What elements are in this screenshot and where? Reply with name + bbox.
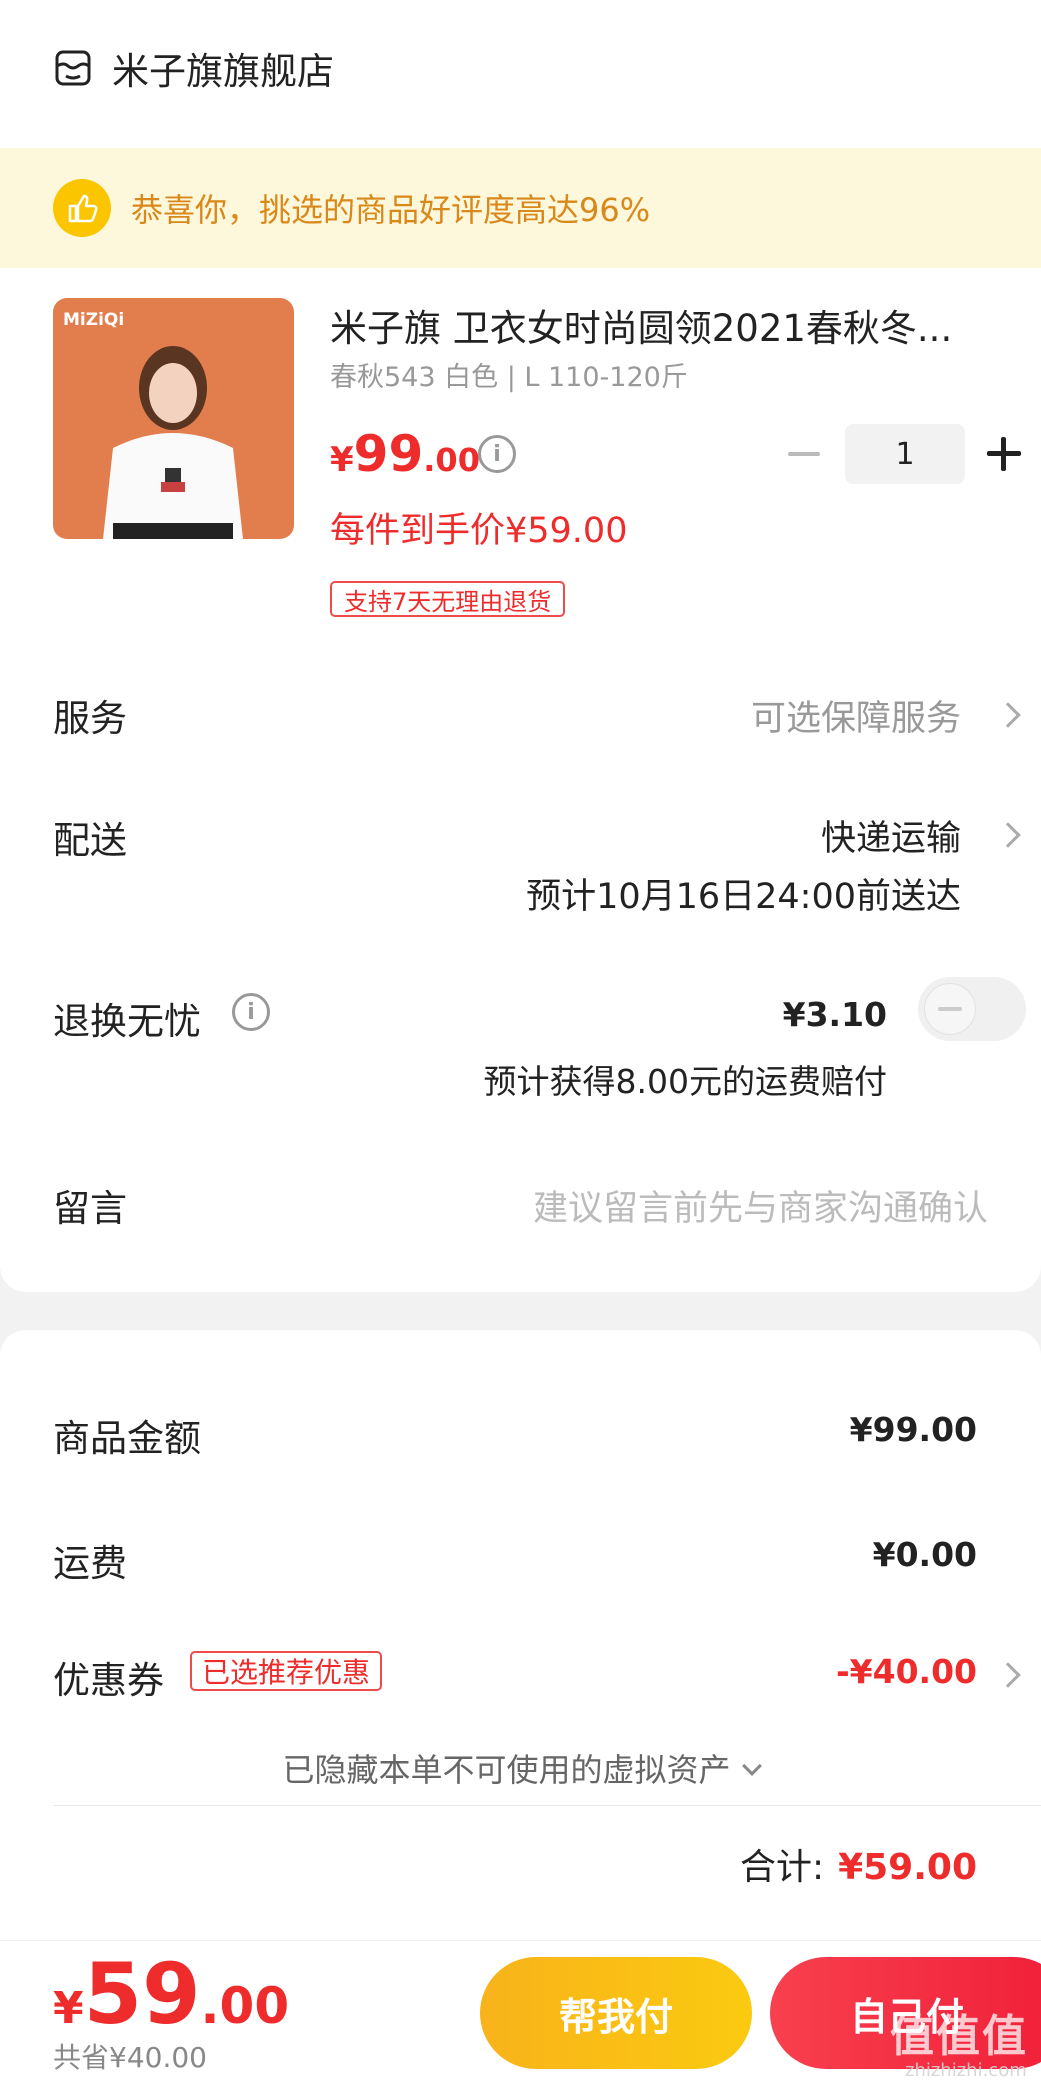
- product-image-brand: MiZiQi: [63, 310, 125, 330]
- price-decimal: .00: [423, 441, 480, 479]
- help-me-pay-button[interactable]: 帮我付: [480, 1957, 752, 2069]
- delivery-eta: 预计10月16日24:00前送达: [526, 877, 961, 917]
- watermark-logo: 值值值: [890, 2011, 1028, 2062]
- pay-amount: ¥ 59 .00: [53, 1945, 289, 2043]
- shop-header[interactable]: 米子旗旗舰店: [54, 38, 334, 98]
- service-value[interactable]: 可选保障服务: [751, 690, 961, 741]
- goods-amount-value: ¥99.00: [849, 1410, 977, 1449]
- delivery-chevron-icon[interactable]: [995, 822, 1021, 848]
- pay-amount-integer: 59: [83, 1945, 201, 2043]
- delivery-value[interactable]: 快递运输: [821, 810, 961, 861]
- rating-banner: 恭喜你，挑选的商品好评度高达96%: [0, 148, 1041, 268]
- shipping-fee-value: ¥0.00: [872, 1535, 977, 1574]
- goods-amount-label: 商品金额: [53, 1417, 201, 1460]
- delivery-label: 配送: [53, 819, 127, 862]
- divider: [53, 1805, 1041, 1806]
- final-price: 每件到手价¥59.00: [330, 511, 628, 551]
- return-insurance-info-icon[interactable]: i: [232, 993, 270, 1031]
- return-policy-tag: 支持7天无理由退货: [330, 581, 566, 617]
- product-price: ¥ 99 .00: [330, 425, 480, 483]
- watermark-url: zhizhizhi.com: [905, 2060, 1027, 2081]
- service-label: 服务: [53, 697, 127, 740]
- saved-amount: 共省¥40.00: [53, 2041, 207, 2074]
- return-insurance-toggle[interactable]: [918, 977, 1026, 1041]
- thumbs-up-icon: [53, 179, 111, 237]
- shop-name: 米子旗旗舰店: [112, 50, 334, 93]
- hidden-assets-toggle[interactable]: 已隐藏本单不可使用的虚拟资产: [0, 1745, 1041, 1791]
- shipping-fee-label: 运费: [53, 1542, 127, 1585]
- message-label: 留言: [53, 1187, 127, 1230]
- price-symbol: ¥: [330, 440, 354, 480]
- banner-text: 恭喜你，挑选的商品好评度高达96%: [131, 191, 651, 229]
- price-info-icon[interactable]: i: [478, 435, 516, 473]
- order-card: 米子旗旗舰店 恭喜你，挑选的商品好评度高达96% MiZiQi 米子旗 卫衣女时…: [0, 0, 1041, 1292]
- coupon-badge[interactable]: 已选推荐优惠: [190, 1651, 383, 1691]
- message-input[interactable]: 建议留言前先与商家沟通确认: [533, 1180, 988, 1231]
- total-label: 合计:: [739, 1847, 825, 1888]
- total-row: 合计: ¥59.00: [740, 1838, 977, 1890]
- quantity-decrease-button[interactable]: [788, 430, 826, 478]
- checkout-page: 米子旗旗舰店 恭喜你，挑选的商品好评度高达96% MiZiQi 米子旗 卫衣女时…: [0, 0, 1041, 2086]
- return-insurance-price: ¥3.10: [782, 995, 887, 1034]
- hidden-assets-text: 已隐藏本单不可使用的虚拟资产: [282, 1751, 731, 1789]
- product-photo-illustration: [103, 346, 243, 539]
- pay-amount-symbol: ¥: [53, 1983, 84, 2034]
- total-value: ¥59.00: [838, 1847, 977, 1888]
- pay-amount-decimal: .00: [200, 1977, 290, 2035]
- service-chevron-icon[interactable]: [995, 702, 1021, 728]
- coupon-value[interactable]: -¥40.00: [836, 1652, 977, 1691]
- product-spec[interactable]: 春秋543 白色 | L 110-120斤: [330, 355, 688, 394]
- quantity-increase-button[interactable]: [984, 434, 1024, 474]
- return-insurance-note: 预计获得8.00元的运费赔付: [483, 1062, 887, 1101]
- price-integer: 99: [353, 425, 424, 483]
- product-title[interactable]: 米子旗 卫衣女时尚圆领2021春秋冬...: [330, 298, 970, 352]
- return-insurance-label: 退换无忧: [53, 1000, 201, 1043]
- toggle-knob: [924, 983, 976, 1035]
- shop-icon: [55, 50, 91, 86]
- product-image[interactable]: MiZiQi: [53, 298, 294, 539]
- coupon-label: 优惠券: [53, 1659, 164, 1702]
- quantity-value[interactable]: 1: [845, 424, 965, 484]
- chevron-down-icon: [741, 1756, 762, 1776]
